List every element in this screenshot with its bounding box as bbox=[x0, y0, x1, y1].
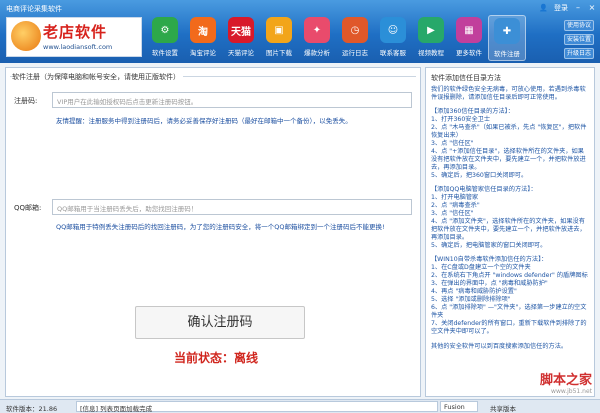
trust-section-step: 2、在系统右下角点开 "windows defender" 的盾牌图标 bbox=[431, 272, 588, 279]
toolbar-label: 视频教程 bbox=[418, 49, 444, 57]
trust-section-step: 1、打开电脑管家 bbox=[431, 194, 479, 201]
trust-panel-intro: 我们的软件绿色安全无病毒，可放心使用，若遇到杀毒软件误报删除，请添加信任目录后即… bbox=[431, 86, 586, 101]
toolbar-video-button[interactable]: ▶ 视频教程 bbox=[412, 15, 450, 61]
trust-section-heading: 【添加QQ电脑管家信任目录的方法】： bbox=[431, 186, 537, 193]
trust-section-step: 5、选择 "添加或删除排除项" bbox=[431, 296, 511, 303]
trust-section-step: 7、关闭defender的所有窗口，重新下载软件到排除了的空文件夹中即可以了。 bbox=[431, 320, 587, 335]
toolbar-label: 淘宝评论 bbox=[190, 49, 216, 57]
usage-agreement-button[interactable]: 使用协议 bbox=[564, 20, 594, 31]
trust-section-step: 5、确定后，把360窗口关闭即可。 bbox=[431, 172, 528, 179]
toolbar-log-button[interactable]: ◷ 运行日志 bbox=[336, 15, 374, 61]
app-title: 电商评论采集软件 bbox=[6, 5, 62, 13]
toolbar-label: 爆款分析 bbox=[304, 49, 330, 57]
status-bar: 软件版本：21.86 [信息] 列表页面加载完成 Fusion 共享版本 bbox=[0, 399, 600, 413]
shared-version-label: 共享版本 bbox=[490, 405, 516, 413]
status-label: 当前状态： bbox=[174, 351, 235, 365]
trust-section-step: 4、点 "+添加信任目录"，选择软件所在的文件夹，如果没有把软件放在文件夹中，要… bbox=[431, 148, 586, 171]
trust-section-step: 2、点 "病毒查杀" bbox=[431, 202, 480, 209]
install-location-button[interactable]: 安装位置 bbox=[564, 34, 594, 45]
app-logo: 老店软件 www.laodiansoft.com bbox=[6, 17, 142, 57]
trust-panel-footer: 其他的安全软件可以到百度搜索添加信任的方法。 bbox=[431, 343, 568, 350]
taobao-icon: 淘 bbox=[190, 17, 216, 43]
watermark-text: 脚本之家 bbox=[539, 373, 592, 388]
trust-section-step: 2、点 "木马查杀"（如果已被杀，先点 "恢复区"，把软件恢复出来） bbox=[431, 124, 587, 139]
minimize-icon[interactable]: – bbox=[574, 4, 582, 12]
trust-section-step: 5、确定后，把电脑管家的窗口关闭即可。 bbox=[431, 242, 547, 249]
tmall-icon: 天猫 bbox=[228, 17, 254, 43]
toolbar-support-button[interactable]: ☺ 联系客服 bbox=[374, 15, 412, 61]
video-icon: ▶ bbox=[418, 17, 444, 43]
more-software-icon: ▦ bbox=[456, 17, 482, 43]
software-version: 软件版本：21.86 bbox=[6, 405, 58, 413]
code-label: 注册码: bbox=[14, 97, 38, 105]
trust-section-step: 4、再点 "病毒和威胁防护设置" bbox=[431, 288, 517, 295]
status-line: 当前状态：离线 bbox=[174, 349, 258, 366]
register-panel: 软件注册（为保障电脑和帐号安全，请使用正版软件） 注册码: VIP用户在此输如授… bbox=[5, 67, 421, 397]
toolbar-label: 软件设置 bbox=[152, 49, 178, 57]
logo-url: www.laodiansoft.com bbox=[43, 43, 113, 51]
trust-section-step: 1、在C盘或D盘建立一个空的文件夹 bbox=[431, 264, 531, 271]
logo-icon bbox=[11, 21, 41, 51]
trust-section-step: 4、点 "添加文件夹"，选择软件所在的文件夹，如果没有把软件放在文件夹中，要先建… bbox=[431, 218, 586, 241]
support-icon: ☺ bbox=[380, 17, 406, 43]
toolbar-tmall-button[interactable]: 天猫 天猫评论 bbox=[222, 15, 260, 61]
skin-select[interactable]: Fusion bbox=[440, 401, 478, 412]
upgrade-log-button[interactable]: 升级日志 bbox=[564, 48, 594, 59]
toolbar-label: 天猫评论 bbox=[228, 49, 254, 57]
trust-section-step: 6、点 "添加排除项" —"文件夹"，选择第一步建立的空文件夹 bbox=[431, 304, 587, 319]
trust-section-heading: 【WIN10自带杀毒软件添加信任的方法】： bbox=[431, 256, 548, 263]
confirm-code-button[interactable]: 确认注册码 bbox=[135, 306, 305, 339]
toolbar-hot-analysis-button[interactable]: ✦ 爆款分析 bbox=[298, 15, 336, 61]
email-label: QQ邮箱: bbox=[14, 204, 42, 212]
trust-section-step: 3、点 "信任区" bbox=[431, 210, 474, 217]
code-note: 友情提醒：注册服务中得到注册码后，请务必妥善保存好注册码（最好在邮箱中一个备份）… bbox=[56, 117, 352, 125]
toolbar-gear-button[interactable]: ⚙ 软件设置 bbox=[146, 15, 184, 61]
status-message: [信息] 列表页面加载完成 bbox=[76, 401, 438, 413]
toolbar-label: 更多软件 bbox=[456, 49, 482, 57]
register-icon: ✚ bbox=[494, 18, 520, 44]
login-link[interactable]: 登录 bbox=[554, 3, 568, 13]
watermark-url: www.jb51.net bbox=[551, 388, 592, 395]
gear-icon: ⚙ bbox=[152, 17, 178, 43]
close-icon[interactable]: × bbox=[588, 4, 596, 12]
register-group-title: 软件注册（为保障电脑和帐号安全，请使用正版软件） bbox=[12, 72, 183, 82]
toolbar-more-software-button[interactable]: ▦ 更多软件 bbox=[450, 15, 488, 61]
logo-text: 老店软件 bbox=[43, 23, 108, 41]
email-note: QQ邮箱用于特例丢失注册码后的找回注册码，为了您的注册码安全，将一个QQ邮箱绑定… bbox=[56, 223, 385, 231]
status-value: 离线 bbox=[234, 351, 259, 365]
side-buttons: 使用协议 安装位置 升级日志 bbox=[564, 20, 594, 59]
registration-code-input[interactable]: VIP用户在此输如授权码后点击更新注册码按钮。 bbox=[52, 92, 412, 108]
toolbar-label: 联系客服 bbox=[380, 49, 406, 57]
user-icon[interactable]: 👤 bbox=[539, 4, 548, 12]
log-icon: ◷ bbox=[342, 17, 368, 43]
hot-analysis-icon: ✦ bbox=[304, 17, 330, 43]
trust-section-heading: 【添加360信任目录的方法】： bbox=[431, 108, 514, 115]
trust-panel: 软件添加信任目录方法 我们的软件绿色安全无病毒，可放心使用，若遇到杀毒软件误报删… bbox=[425, 67, 595, 397]
toolbar-image-download-button[interactable]: ▣ 图片下载 bbox=[260, 15, 298, 61]
image-download-icon: ▣ bbox=[266, 17, 292, 43]
trust-section-step: 1、打开360安全卫士 bbox=[431, 116, 491, 123]
trust-panel-title: 软件添加信任目录方法 bbox=[431, 74, 501, 82]
toolbar-label: 图片下载 bbox=[266, 49, 292, 57]
toolbar-label: 运行日志 bbox=[342, 49, 368, 57]
trust-section-step: 3、点 "信任区" bbox=[431, 140, 474, 147]
qq-email-input[interactable]: QQ邮箱用于当注册码丢失后，助您找回注册码！ bbox=[52, 199, 412, 215]
toolbar-taobao-button[interactable]: 淘淘宝评论 bbox=[184, 15, 222, 61]
toolbar-label: 软件注册 bbox=[494, 50, 520, 58]
trust-sections: 【添加360信任目录的方法】： 1、打开360安全卫士 2、点 "木马查杀"（如果已… bbox=[431, 108, 589, 336]
toolbar-register-button[interactable]: ✚ 软件注册 bbox=[488, 15, 526, 61]
app-header: 电商评论采集软件 老店软件 www.laodiansoft.com ⚙ 软件设置淘… bbox=[0, 0, 600, 63]
trust-section-step: 3、在弹出的界面中，点 "病毒和威胁防护" bbox=[431, 280, 548, 287]
main-toolbar: ⚙ 软件设置淘淘宝评论 天猫 天猫评论 ▣ 图片下载 ✦ 爆款分析 ◷ 运行日志 ☺ 联系客服 ▶ 视频教… bbox=[146, 15, 526, 61]
window-controls: 👤 登录 – × bbox=[539, 3, 596, 13]
watermark: 脚本之家 www.jb51.net bbox=[540, 369, 592, 395]
